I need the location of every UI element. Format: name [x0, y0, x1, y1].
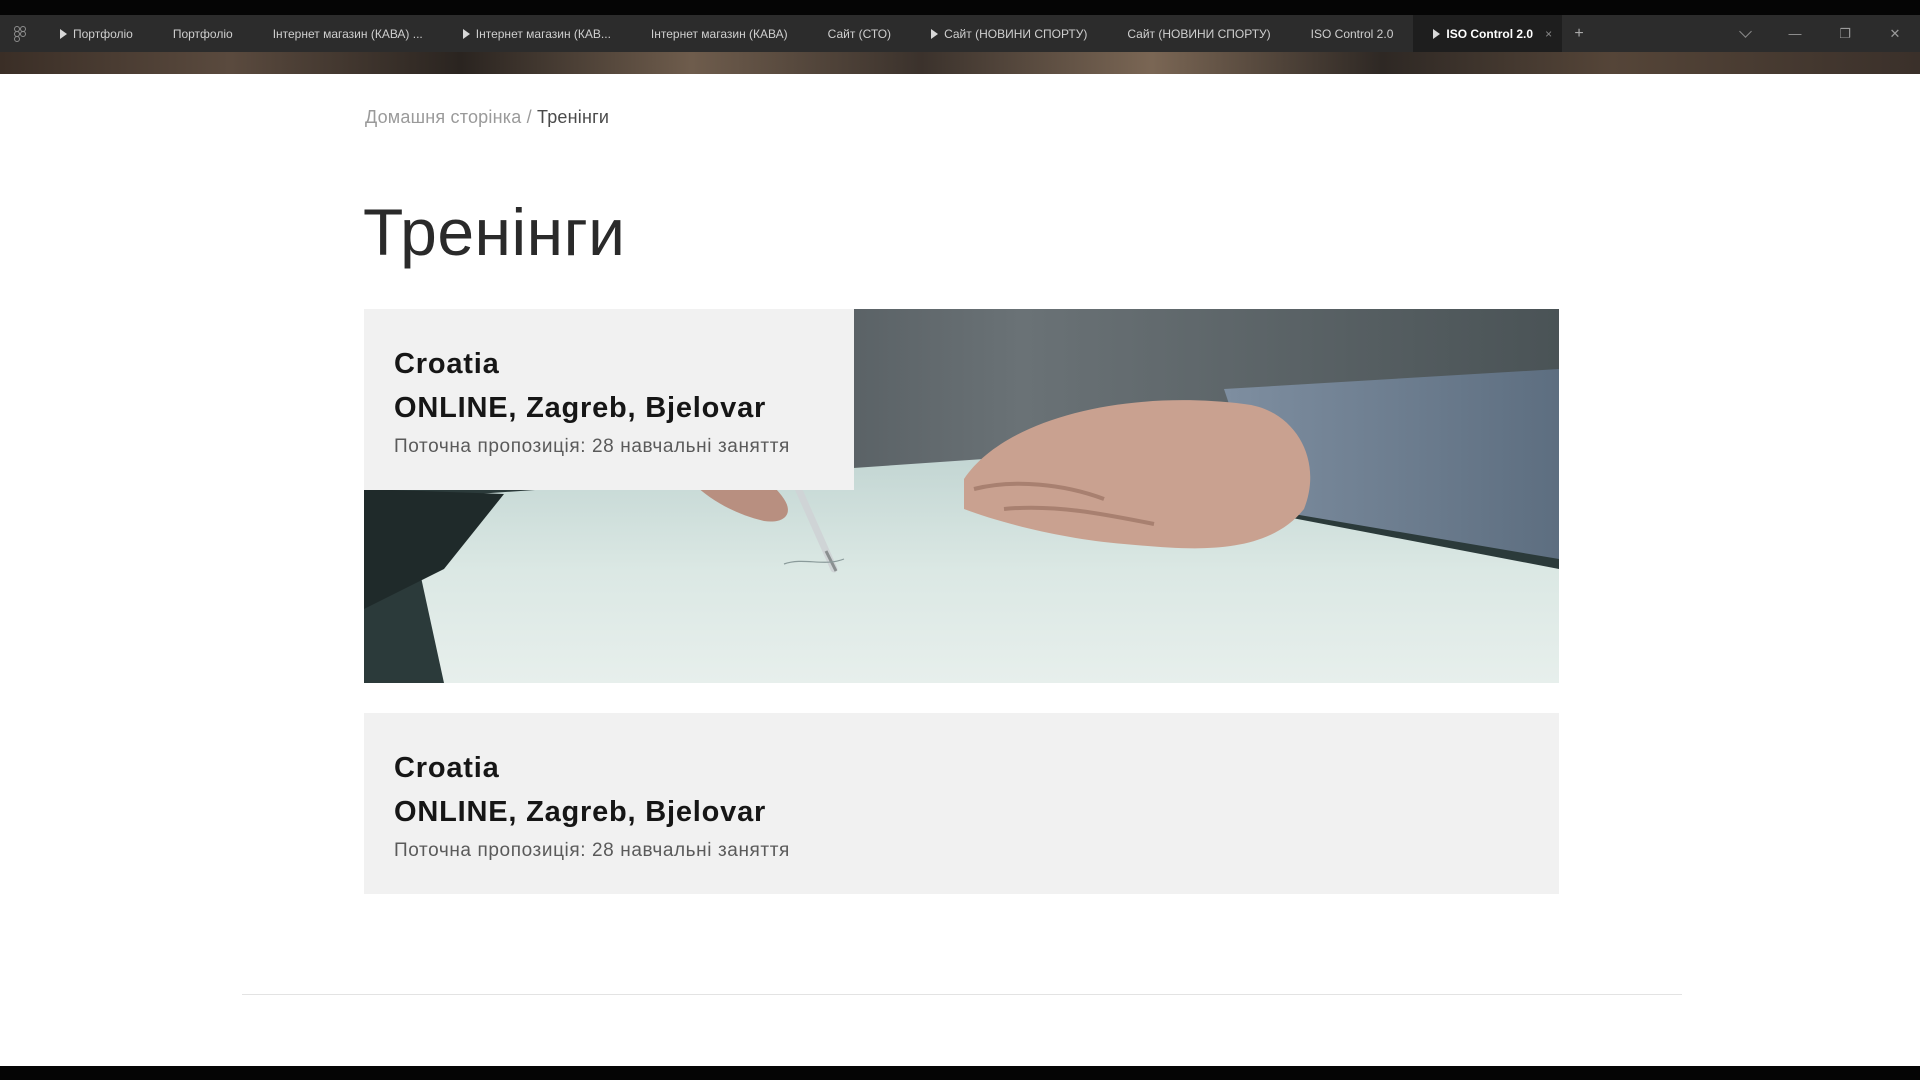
card-country: Croatia [394, 348, 500, 380]
breadcrumb: Домашня сторінка / Тренінги [365, 107, 609, 128]
card-country: Croatia [394, 752, 500, 784]
page-title: Тренінги [363, 195, 626, 269]
close-tab-icon[interactable]: × [1545, 27, 1552, 41]
window-bottom-edge [0, 1066, 1920, 1080]
play-icon [60, 28, 67, 39]
play-icon [931, 28, 939, 39]
card-cities: ONLINE, Zagreb, Bjelovar [394, 796, 767, 828]
tab-bar: Портфоліо Портфоліо Інтернет магазин (КА… [0, 15, 1920, 52]
tab-sports-news-design[interactable]: Сайт (НОВИНИ СПОРТУ) [1107, 15, 1290, 52]
tab-label: Інтернет магазин (КАВ... [475, 26, 611, 41]
tab-label: Портфоліо [172, 26, 233, 41]
tab-service-station-site[interactable]: Сайт (СТО) [808, 15, 911, 52]
play-icon [462, 28, 470, 39]
tab-label: ISO Control 2.0 [1310, 26, 1394, 41]
training-card-2[interactable]: Croatia ONLINE, Zagreb, Bjelovar Поточна… [364, 713, 1559, 894]
training-card-1[interactable]: Croatia ONLINE, Zagreb, Bjelovar Поточна… [364, 309, 854, 490]
tab-label: Портфоліо [73, 26, 133, 41]
card-offer: Поточна пропозиція: 28 навчальні заняття [394, 840, 790, 861]
tab-portfolio-prototype[interactable]: Портфоліо [40, 15, 153, 52]
breadcrumb-separator: / [521, 107, 538, 127]
add-tab-button[interactable]: + [1562, 15, 1596, 52]
tab-coffee-shop-prototype[interactable]: Інтернет магазин (КАВ... [443, 15, 631, 52]
breadcrumb-home-link[interactable]: Домашня сторінка [365, 107, 521, 127]
tab-sports-news-prototype[interactable]: Сайт (НОВИНИ СПОРТУ) [911, 15, 1107, 52]
minimize-window-button[interactable]: — [1770, 15, 1820, 52]
tab-label: Сайт (НОВИНИ СПОРТУ) [944, 26, 1088, 41]
tab-label: Сайт (НОВИНИ СПОРТУ) [1127, 26, 1271, 41]
tab-label: Сайт (СТО) [827, 26, 892, 41]
window-top-edge [0, 0, 1920, 15]
card-cities: ONLINE, Zagreb, Bjelovar [394, 392, 767, 424]
restore-window-button[interactable]: ❐ [1820, 15, 1870, 52]
tab-list-dropdown-button[interactable] [1720, 15, 1770, 52]
card-offer: Поточна пропозиція: 28 навчальні заняття [394, 436, 790, 457]
header-image-strip [0, 52, 1920, 74]
tab-portfolio-design[interactable]: Портфоліо [153, 15, 253, 52]
tab-iso-control-prototype[interactable]: ISO Control 2.0 × [1413, 15, 1563, 52]
play-icon [1433, 28, 1441, 39]
figma-logo-icon[interactable] [0, 15, 40, 52]
tab-coffee-shop-design-1[interactable]: Інтернет магазин (КАВА) ... [253, 15, 443, 52]
chevron-down-icon [1738, 25, 1752, 38]
page-canvas: Домашня сторінка / Тренінги Тренінги Cro… [0, 74, 1920, 1066]
tab-label: ISO Control 2.0 [1446, 26, 1534, 41]
tab-label: Інтернет магазин (КАВА) [650, 26, 788, 41]
footer-divider [242, 994, 1682, 995]
tab-iso-control-design[interactable]: ISO Control 2.0 [1291, 15, 1414, 52]
breadcrumb-current: Тренінги [537, 107, 610, 127]
tab-label: Інтернет магазин (КАВА) ... [272, 26, 423, 41]
close-window-button[interactable]: ✕ [1870, 15, 1920, 52]
tab-coffee-shop-design-2[interactable]: Інтернет магазин (КАВА) [631, 15, 808, 52]
